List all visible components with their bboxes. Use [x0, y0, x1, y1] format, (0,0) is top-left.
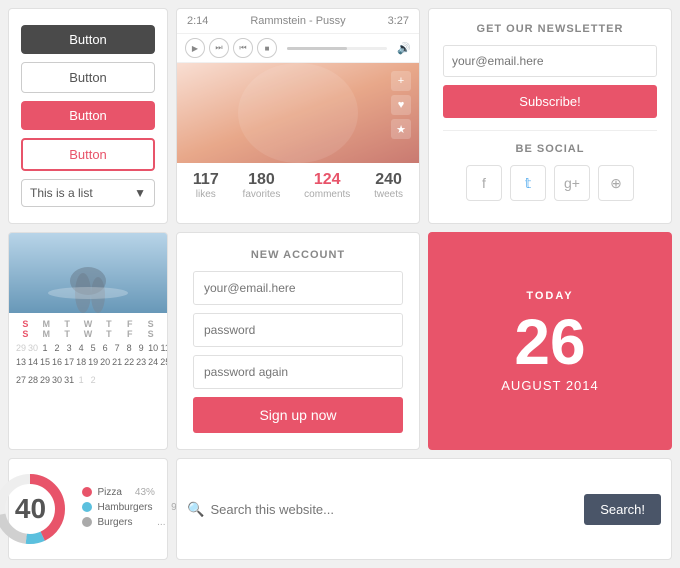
prev-button[interactable]: ⏮: [233, 38, 253, 58]
stat-tweets: 240 tweets: [374, 171, 403, 200]
newsletter-panel: GET OUR NEWSLETTER Subscribe! BE SOCIAL …: [428, 8, 672, 224]
search-input[interactable]: [210, 502, 578, 517]
signup-button[interactable]: Sign up now: [193, 397, 403, 433]
google-plus-label: g+: [564, 175, 580, 191]
stat-comments: 124 comments: [304, 171, 350, 200]
burgers-pct: ...: [138, 517, 166, 528]
calendar-image: [9, 233, 167, 313]
play-button[interactable]: ▶: [185, 38, 205, 58]
donut-chart-panel: 40 Pizza 43% Hamburgers 9% Burgers ...: [8, 458, 168, 560]
progress-fill: [287, 47, 347, 50]
search-panel: 🔍 Search!: [176, 458, 672, 560]
dribbble-icon[interactable]: ⊕: [598, 165, 634, 201]
red-outline-button[interactable]: Button: [21, 138, 155, 171]
music-player: 2:14 Rammstein - Pussy 3:27 ▶ ⏭ ⏮ ■ 🔊: [176, 8, 420, 224]
today-label: TODAY: [526, 290, 573, 302]
calendar-grid: 29 30 1 2 3 4 5 6 7 8 9 10 11 12 13 14 1…: [15, 342, 161, 386]
music-time-current: 2:14: [187, 15, 208, 27]
new-account-title: NEW ACCOUNT: [193, 249, 403, 261]
today-month: AUGUST 2014: [501, 378, 598, 393]
facebook-icon[interactable]: f: [466, 165, 502, 201]
signup-email-input[interactable]: [193, 271, 403, 305]
new-account-panel: NEW ACCOUNT Sign up now: [176, 232, 420, 450]
burgers-dot: [82, 517, 92, 527]
music-header: 2:14 Rammstein - Pussy 3:27: [177, 9, 419, 34]
legend-burgers: Burgers ...: [82, 517, 185, 528]
dropdown-label: This is a list: [30, 186, 93, 200]
chevron-down-icon: ▼: [134, 186, 146, 200]
star-button[interactable]: ★: [391, 119, 411, 139]
donut-chart: 40: [0, 469, 70, 549]
calendar-header: S M T W T F S S M T W T F S: [15, 319, 161, 339]
donut-number: 40: [0, 469, 70, 549]
calendar-body: S M T W T F S S M T W T F S 29 30 1 2 3: [9, 313, 167, 392]
chart-legend: Pizza 43% Hamburgers 9% Burgers ...: [82, 487, 185, 532]
social-title: BE SOCIAL: [443, 143, 657, 155]
dropdown[interactable]: This is a list ▼: [21, 179, 155, 207]
progress-bar[interactable]: [287, 47, 387, 50]
newsletter-title: GET OUR NEWSLETTER: [443, 23, 657, 35]
volume-icon: 🔊: [397, 42, 411, 55]
music-time-total: 3:27: [388, 15, 409, 27]
today-number: 26: [514, 310, 585, 374]
social-icons: f 𝕥 g+ ⊕: [443, 165, 657, 201]
subscribe-button[interactable]: Subscribe!: [443, 85, 657, 118]
stat-favorites: 180 favorites: [243, 171, 281, 200]
today-widget: TODAY 26 AUGUST 2014: [428, 232, 672, 450]
search-icon: 🔍: [187, 501, 204, 518]
signup-password-again-input[interactable]: [193, 355, 403, 389]
search-button[interactable]: Search!: [584, 494, 661, 525]
stop-button[interactable]: ■: [257, 38, 277, 58]
google-plus-icon[interactable]: g+: [554, 165, 590, 201]
heart-button[interactable]: ♥: [391, 95, 411, 115]
stat-likes: 117 likes: [193, 171, 219, 200]
pizza-label: Pizza: [97, 487, 121, 498]
twitter-icon[interactable]: 𝕥: [510, 165, 546, 201]
hamburgers-dot: [82, 502, 92, 512]
calendar-panel: S M T W T F S S M T W T F S 29 30 1 2 3: [8, 232, 168, 450]
buttons-panel: Button Button Button Button This is a li…: [8, 8, 168, 224]
burgers-label: Burgers: [97, 517, 132, 528]
newsletter-email-input[interactable]: [443, 45, 657, 77]
pizza-pct: 43%: [127, 487, 155, 498]
music-artwork: + ♥ ★: [177, 63, 419, 163]
legend-hamburgers: Hamburgers 9%: [82, 502, 185, 513]
signup-password-input[interactable]: [193, 313, 403, 347]
twitter-label: 𝕥: [525, 175, 532, 192]
legend-pizza: Pizza 43%: [82, 487, 185, 498]
music-title: Rammstein - Pussy: [250, 15, 345, 27]
dark-button[interactable]: Button: [21, 25, 155, 54]
music-action-buttons: + ♥ ★: [391, 71, 411, 139]
dribbble-label: ⊕: [610, 175, 622, 192]
outline-button[interactable]: Button: [21, 62, 155, 93]
pizza-dot: [82, 487, 92, 497]
red-button[interactable]: Button: [21, 101, 155, 130]
next-button[interactable]: ⏭: [209, 38, 229, 58]
facebook-label: f: [482, 175, 486, 191]
add-button[interactable]: +: [391, 71, 411, 91]
divider: [443, 130, 657, 131]
hamburgers-label: Hamburgers: [97, 502, 152, 513]
music-stats: 117 likes 180 favorites 124 comments 240…: [177, 163, 419, 204]
